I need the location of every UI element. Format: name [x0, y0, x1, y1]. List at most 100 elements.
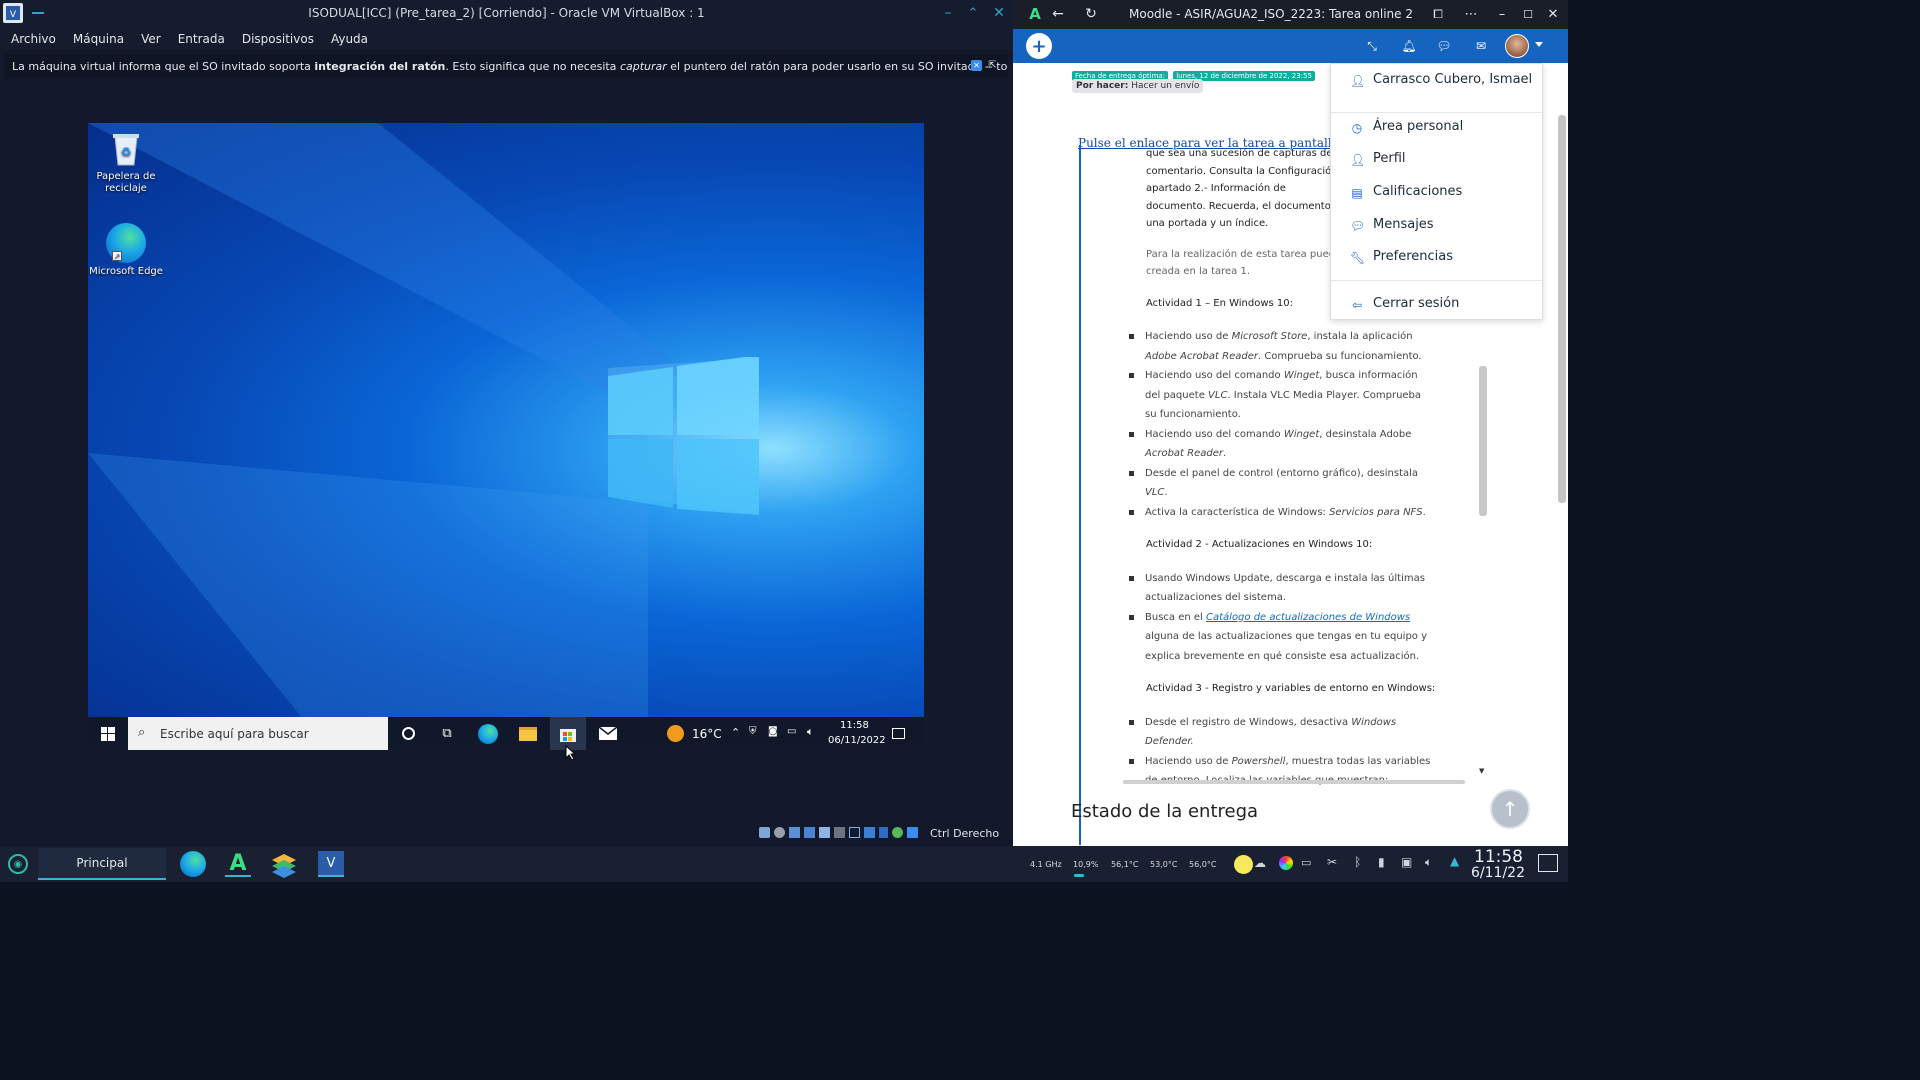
- mouse-integration-icon[interactable]: [892, 827, 903, 838]
- guest-screen[interactable]: ♻ Papelera de reciclaje ↗ Microsoft Edge…: [88, 123, 924, 750]
- vbox-statusbar: Ctrl Derecho: [755, 824, 1005, 842]
- optical-icon[interactable]: [774, 827, 785, 838]
- menu-perfil[interactable]: 👤︎ Perfil: [1331, 145, 1542, 175]
- menu-entrada[interactable]: Entrada: [178, 32, 225, 46]
- temperature-2: 53,0°C: [1150, 860, 1178, 869]
- usb-icon[interactable]: [819, 827, 830, 838]
- menu-maquina[interactable]: Máquina: [73, 32, 124, 46]
- tray-volume-icon[interactable]: 🔈︎: [807, 725, 814, 739]
- inner-scroll-down-icon[interactable]: ▼: [1479, 767, 1484, 775]
- notice-italic: capturar: [619, 60, 667, 73]
- host-clock-time[interactable]: 11:58: [1474, 847, 1523, 867]
- menu-area-personal[interactable]: ◷ Área personal: [1331, 112, 1542, 142]
- tray-expand-icon[interactable]: ▲: [1450, 854, 1459, 868]
- layers-task-icon[interactable]: [271, 852, 297, 878]
- tray-network-icon[interactable]: ▭: [787, 726, 796, 737]
- recording-icon[interactable]: [864, 827, 875, 838]
- back-to-top-icon[interactable]: ↑: [1490, 789, 1530, 829]
- inner-scrollbar[interactable]: [1479, 366, 1487, 516]
- act3-item-cont: Defender.: [1145, 736, 1194, 747]
- reload-icon[interactable]: ↻: [1082, 5, 1100, 23]
- menu-mensajes[interactable]: 💬︎ Mensajes: [1331, 211, 1542, 241]
- virtualbox-task-icon[interactable]: V: [318, 851, 344, 877]
- notice-close-icon[interactable]: ✕: [971, 60, 982, 71]
- weather-temp[interactable]: 16°C: [692, 727, 722, 741]
- notice-mute-icon[interactable]: ⇱: [986, 59, 999, 72]
- usb-device-icon[interactable]: ▮: [1378, 855, 1385, 869]
- weather-moon-icon[interactable]: [1234, 855, 1253, 874]
- mail-envelope-icon[interactable]: ✉: [1473, 38, 1489, 54]
- cloud-icon[interactable]: ☁: [1254, 856, 1266, 870]
- avatar-caret-icon[interactable]: [1535, 42, 1543, 47]
- terminal-icon[interactable]: ▭: [1301, 856, 1311, 869]
- catalog-link[interactable]: Catálogo de actualizaciones de Windows: [1206, 612, 1410, 623]
- app-launcher-icon[interactable]: ◉: [8, 854, 28, 874]
- bluetooth-icon[interactable]: ᛒ: [1354, 855, 1361, 869]
- menu-calificaciones[interactable]: ▤ Calificaciones: [1331, 178, 1542, 208]
- network-icon[interactable]: [804, 827, 815, 838]
- show-desktop-icon[interactable]: [1538, 854, 1558, 872]
- file-explorer-icon[interactable]: [510, 717, 546, 750]
- android-studio-task-icon[interactable]: A: [225, 851, 251, 877]
- audio-icon[interactable]: [789, 827, 800, 838]
- more-options-icon[interactable]: ⋯: [1462, 5, 1480, 23]
- back-icon[interactable]: ←: [1049, 5, 1067, 23]
- cast-icon[interactable]: ⧠: [1429, 5, 1447, 23]
- weather-sun-icon[interactable]: [667, 725, 684, 742]
- action-center-icon[interactable]: [880, 717, 916, 750]
- window-minimize-icon[interactable]: –: [1493, 5, 1511, 23]
- notifications-bell-icon[interactable]: 🔔︎: [1401, 38, 1417, 54]
- maximize-button[interactable]: ⌃: [964, 4, 982, 22]
- edge-taskbar-icon[interactable]: [470, 717, 506, 750]
- network-status-icon[interactable]: ▣: [1401, 855, 1412, 869]
- horizontal-scrollbar[interactable]: [1123, 780, 1465, 784]
- desktop-icon-recycle-bin[interactable]: ♻ Papelera de reciclaje: [88, 129, 164, 195]
- cortana-icon[interactable]: [390, 717, 426, 750]
- display-icon[interactable]: [849, 827, 860, 838]
- keyboard-icon[interactable]: [907, 827, 918, 838]
- windows-search-box[interactable]: ⌕ Escribe aquí para buscar: [128, 717, 388, 750]
- menu-preferencias[interactable]: 🔧︎ Preferencias: [1331, 243, 1542, 273]
- browser-titlebar: A ← ↻ Moodle - ASIR/AGUA2_ISO_2223: Tare…: [1013, 0, 1568, 29]
- hdd-icon[interactable]: [759, 827, 770, 838]
- windows-start-icon[interactable]: [90, 717, 126, 750]
- menu-dispositivos[interactable]: Dispositivos: [242, 32, 314, 46]
- act1-item: Haciendo uso de Microsoft Store, instala…: [1113, 327, 1448, 347]
- tray-meet-icon[interactable]: ◙: [768, 726, 778, 737]
- tray-chevron-icon[interactable]: ⌃: [731, 726, 740, 739]
- tray-defender-icon[interactable]: ⛨: [749, 726, 757, 737]
- menu-ver[interactable]: Ver: [141, 32, 161, 46]
- act2-item-cont: explica brevemente en qué consiste esa a…: [1145, 650, 1420, 662]
- tools-icon[interactable]: ✂: [1327, 855, 1337, 869]
- menu-archivo[interactable]: Archivo: [11, 32, 56, 46]
- edge-task-icon[interactable]: [180, 851, 206, 877]
- host-clock-date[interactable]: 6/11/22: [1471, 865, 1525, 881]
- user-icon: 👤︎: [1350, 74, 1366, 88]
- minimize-button[interactable]: –: [939, 4, 957, 22]
- avatar[interactable]: [1505, 34, 1529, 58]
- guest-clock-date[interactable]: 06/11/2022: [828, 735, 886, 746]
- chat-icon[interactable]: 💬︎: [1436, 38, 1452, 54]
- guest-clock-time[interactable]: 11:58: [840, 720, 869, 731]
- mail-icon[interactable]: [590, 717, 626, 750]
- shared-folders-icon[interactable]: [834, 827, 845, 838]
- activity-3-title: Actividad 3 - Registro y variables de en…: [1146, 683, 1436, 694]
- act1-item: Activa la característica de Windows: Ser…: [1113, 503, 1448, 523]
- window-close-icon[interactable]: ✕: [1544, 5, 1562, 23]
- add-icon[interactable]: +: [1026, 33, 1052, 59]
- menu-cerrar-sesion[interactable]: ⇦ Cerrar sesión: [1331, 290, 1542, 320]
- act2-item-cont: alguna de las actualizaciones que tengas…: [1145, 631, 1428, 642]
- menu-user-name[interactable]: 👤︎ Carrasco Cubero, Ismael: [1331, 66, 1542, 96]
- act3-item: Haciendo uso de Powershell, muestra toda…: [1113, 752, 1448, 772]
- close-button[interactable]: ✕: [990, 4, 1008, 22]
- collapse-icon[interactable]: ⤡: [1364, 38, 1380, 54]
- page-scrollbar[interactable]: [1558, 115, 1566, 503]
- color-picker-icon[interactable]: [1279, 856, 1293, 870]
- volume-icon[interactable]: 🔈︎: [1425, 855, 1432, 870]
- desktop-icon-edge[interactable]: ↗ Microsoft Edge: [88, 223, 164, 278]
- task-view-icon[interactable]: ⧉: [429, 717, 465, 750]
- task-principal[interactable]: Principal: [38, 848, 166, 880]
- cpu-icon[interactable]: [879, 827, 888, 838]
- menu-ayuda[interactable]: Ayuda: [331, 32, 368, 46]
- window-maximize-icon[interactable]: ☐: [1519, 5, 1537, 23]
